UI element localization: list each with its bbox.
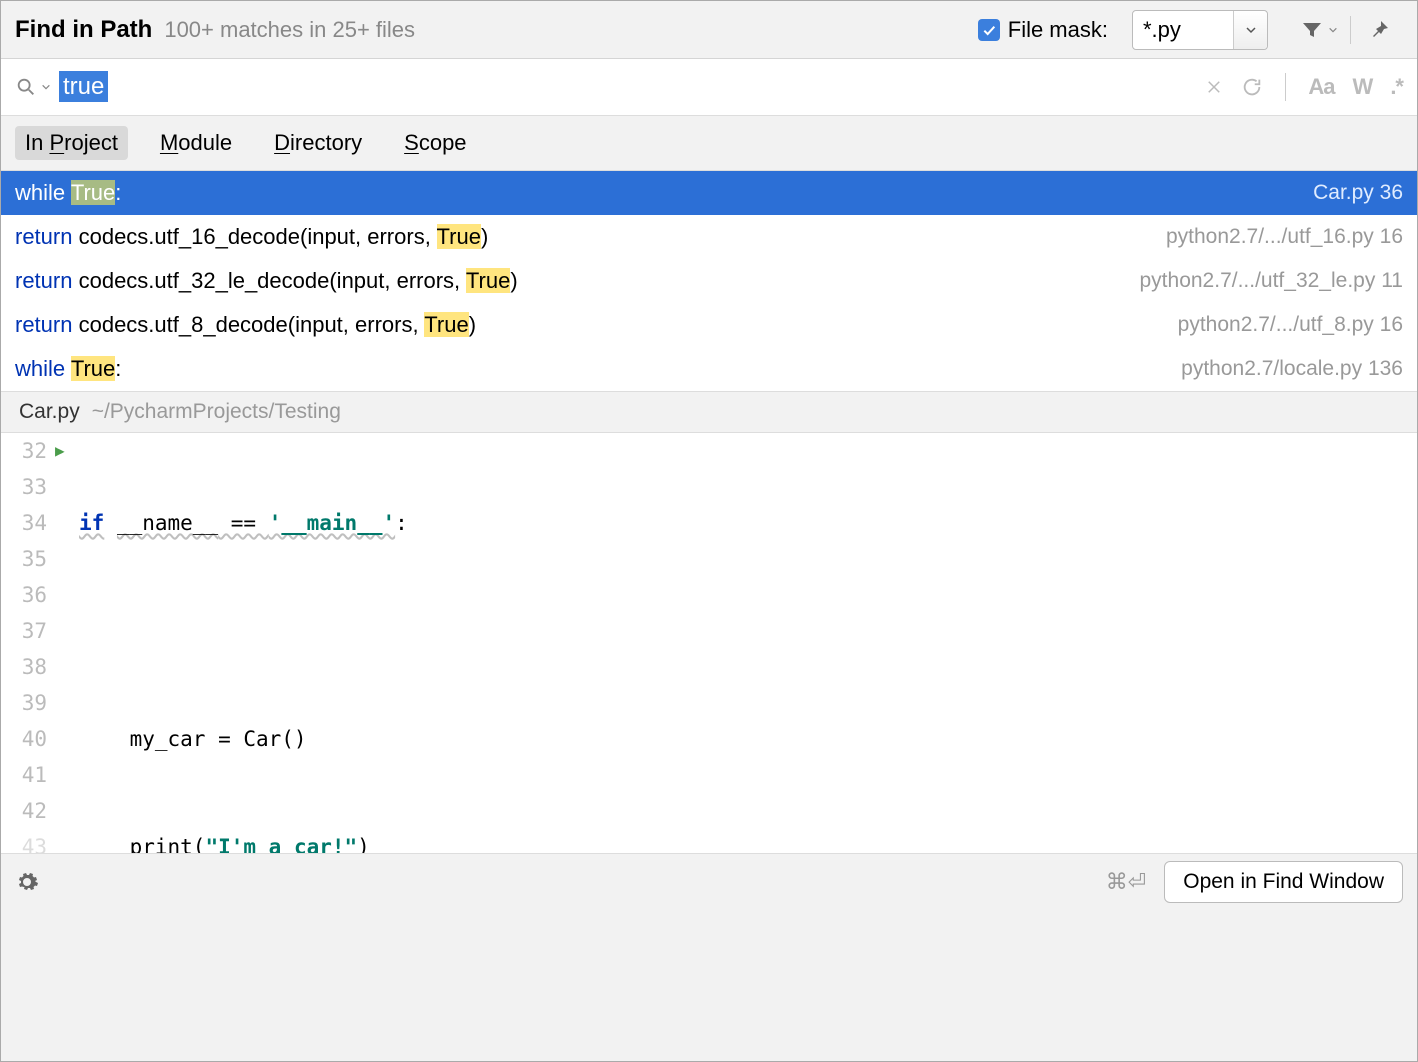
check-icon [978,19,1000,41]
file-mask-checkbox[interactable]: File mask: [978,17,1118,43]
combo-dropdown-button[interactable] [1233,11,1267,49]
chevron-down-icon[interactable] [41,82,51,92]
file-mask-input[interactable] [1133,11,1233,49]
result-row[interactable]: return codecs.utf_8_decode(input, errors… [1,303,1417,347]
clear-icon[interactable] [1205,78,1223,96]
code-lines: if __name__ == '__main__': my_car = Car(… [79,433,1417,853]
file-mask-combo[interactable] [1132,10,1268,50]
tab-in-project[interactable]: In Project [15,126,128,160]
dialog-header: Find in Path 100+ matches in 25+ files F… [1,1,1417,59]
regex-toggle[interactable]: .* [1390,74,1403,100]
results-list: while True: Car.py 36 return codecs.utf_… [1,171,1417,391]
gear-icon[interactable] [15,870,39,894]
preview-path: ~/PycharmProjects/Testing [92,400,341,424]
divider [1285,73,1286,101]
history-icon[interactable] [1241,76,1263,98]
search-input[interactable]: true [59,73,1205,101]
result-row[interactable]: return codecs.utf_32_le_decode(input, er… [1,259,1417,303]
file-mask-label: File mask: [1008,17,1108,43]
search-options: Aa W .* [1205,73,1403,101]
preview-filename: Car.py [19,400,80,424]
search-query-text: true [59,71,108,102]
open-in-find-window-button[interactable]: Open in Find Window [1164,861,1403,903]
keyboard-shortcut: ⌘⏎ [1106,869,1146,895]
line-gutter: 323334353637383940414243 [1,433,55,853]
dialog-title: Find in Path [15,16,152,44]
result-row[interactable]: while True: python2.7/locale.py 136 [1,347,1417,391]
match-count: 100+ matches in 25+ files [164,17,977,43]
preview-header: Car.py ~/PycharmProjects/Testing [1,391,1417,433]
filter-icon[interactable] [1300,18,1324,42]
tab-scope[interactable]: Scope [394,126,476,160]
search-row: true Aa W .* [1,59,1417,115]
search-icon [15,76,37,98]
tab-directory[interactable]: Directory [264,126,372,160]
dialog-footer: ⌘⏎ Open in Find Window [1,853,1417,909]
divider [1350,16,1351,44]
run-gutter[interactable]: ▶ [55,433,75,469]
scope-tabs: In Project Module Directory Scope [1,115,1417,171]
result-row[interactable]: return codecs.utf_16_decode(input, error… [1,215,1417,259]
result-row[interactable]: while True: Car.py 36 [1,171,1417,215]
pin-icon[interactable] [1367,18,1391,42]
whole-words-toggle[interactable]: W [1353,74,1373,100]
tab-module[interactable]: Module [150,126,242,160]
match-case-toggle[interactable]: Aa [1308,74,1334,100]
chevron-down-icon[interactable] [1328,25,1338,35]
code-preview[interactable]: 323334353637383940414243 ▶ if __name__ =… [1,433,1417,853]
